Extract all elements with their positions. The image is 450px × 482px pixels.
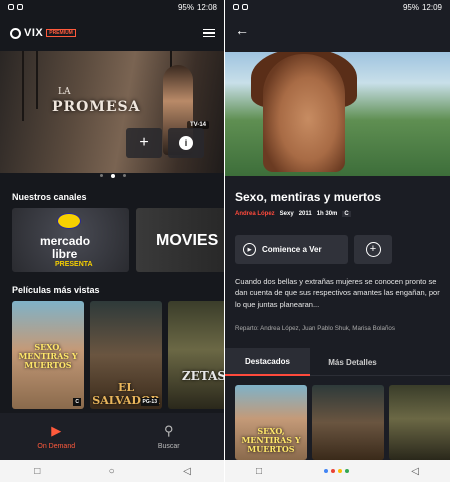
play-circle-icon: ▶ bbox=[243, 243, 256, 256]
assistant-dots-icon[interactable] bbox=[324, 469, 350, 473]
app-header: VIX PREMIUM bbox=[0, 16, 225, 50]
notification-icon bbox=[242, 4, 248, 10]
add-to-list-button[interactable]: + bbox=[126, 128, 162, 158]
nav-label: Buscar bbox=[157, 443, 180, 450]
carousel-dot[interactable] bbox=[122, 174, 126, 177]
rating-badge: C bbox=[342, 211, 351, 217]
add-to-list-button[interactable]: + bbox=[354, 235, 392, 264]
movie-poster[interactable] bbox=[312, 385, 384, 460]
movie-poster[interactable]: EL SALVADOR PG-13 bbox=[90, 301, 162, 409]
nav-label: On Demand bbox=[37, 443, 76, 450]
movie-description: Cuando dos bellas y extrañas mujeres se … bbox=[235, 277, 440, 309]
notification-icon bbox=[17, 4, 23, 10]
nav-item-buscar[interactable]: ⚲ Buscar bbox=[113, 413, 226, 460]
channel-label: MOVIES bbox=[156, 232, 219, 249]
hero-title: PROMESA bbox=[52, 99, 141, 115]
left-screen: 95% 12:08 VIX PREMIUM LA PROMESA TV-14 +… bbox=[0, 0, 225, 482]
vix-logo[interactable]: VIX PREMIUM bbox=[10, 27, 76, 39]
movie-poster[interactable]: SEXO, MENTIRAS Y MUERTOS C bbox=[12, 301, 84, 409]
poster-title: SEXO, MENTIRAS Y MUERTOS bbox=[18, 342, 78, 370]
chain-decoration bbox=[36, 51, 38, 109]
play-icon: ▶ bbox=[51, 423, 62, 438]
channel-label: libre bbox=[52, 247, 78, 261]
rating-badge: PG-13 bbox=[140, 398, 159, 406]
mercadolibre-logo-icon bbox=[57, 213, 81, 229]
movie-poster[interactable]: ZETAS bbox=[168, 301, 225, 409]
movies-row: SEXO, MENTIRAS Y MUERTOS C EL SALVADOR P… bbox=[12, 301, 225, 409]
channel-label: mercado bbox=[40, 234, 91, 248]
hero-title-prefix: LA bbox=[58, 87, 71, 97]
tab-mas-detalles[interactable]: Más Detalles bbox=[310, 348, 395, 376]
tab-destacados[interactable]: Destacados bbox=[225, 348, 310, 376]
battery-level: 95% bbox=[402, 2, 419, 12]
poster-title: SEXO, MENTIRAS Y MUERTOS bbox=[241, 426, 301, 454]
meta-year: 2011 bbox=[298, 211, 312, 217]
info-button[interactable]: i bbox=[168, 128, 204, 158]
recents-button[interactable]: □ bbox=[256, 466, 262, 477]
plus-circle-icon: + bbox=[365, 242, 381, 257]
play-label: Comience a Ver bbox=[262, 245, 322, 254]
carousel-dot[interactable] bbox=[99, 174, 103, 177]
channels-row: mercado libre PRESENTA MOVIES bbox=[12, 208, 225, 272]
movie-title: Sexo, mentiras y muertos bbox=[235, 190, 382, 204]
channel-card-movies[interactable]: MOVIES bbox=[136, 208, 225, 272]
battery-level: 95% bbox=[177, 2, 194, 12]
play-button[interactable]: ▶ Comience a Ver bbox=[235, 235, 348, 264]
notification-icon bbox=[8, 4, 14, 10]
back-button[interactable]: ◁ bbox=[411, 466, 419, 477]
logo-ring-icon bbox=[10, 27, 21, 39]
movie-meta: Andrea López Sexy 2011 1h 30m C bbox=[235, 211, 351, 217]
detail-hero-image bbox=[225, 52, 450, 176]
status-bar: 95% 12:08 bbox=[0, 0, 225, 14]
meta-genre: Sexy bbox=[279, 211, 294, 217]
rating-badge: C bbox=[73, 398, 81, 406]
clock: 12:08 bbox=[196, 2, 217, 12]
movie-poster[interactable]: SEXO, MENTIRAS Y MUERTOS bbox=[235, 385, 307, 460]
notification-icon bbox=[233, 4, 239, 10]
carousel-dot-active[interactable] bbox=[110, 174, 115, 178]
detail-tabs: Destacados Más Detalles bbox=[225, 348, 450, 376]
status-bar: 95% 12:09 bbox=[225, 0, 450, 14]
back-button[interactable]: ◁ bbox=[183, 466, 191, 477]
carousel-indicator bbox=[0, 174, 225, 178]
channel-label: PRESENTA bbox=[55, 261, 93, 268]
bottom-nav: ▶ On Demand ⚲ Buscar bbox=[0, 413, 225, 460]
section-title-movies: Películas más vistas bbox=[12, 285, 100, 295]
search-icon: ⚲ bbox=[163, 423, 174, 438]
channel-card-mercadolibre[interactable]: mercado libre PRESENTA bbox=[12, 208, 129, 272]
meta-actor: Andrea López bbox=[235, 211, 275, 217]
android-nav-bar: □ ○ ◁ bbox=[0, 460, 225, 482]
related-row: SEXO, MENTIRAS Y MUERTOS bbox=[235, 385, 450, 460]
premium-badge: PREMIUM bbox=[46, 29, 76, 37]
back-arrow-icon[interactable]: ← bbox=[235, 22, 249, 38]
home-button[interactable]: ○ bbox=[109, 466, 115, 477]
info-icon: i bbox=[179, 136, 193, 150]
right-screen: 95% 12:09 ← Sexo, mentiras y muertos And… bbox=[225, 0, 450, 482]
hero-figure-face bbox=[263, 54, 345, 172]
poster-title: ZETAS bbox=[181, 369, 225, 383]
recents-button[interactable]: □ bbox=[34, 466, 40, 477]
hamburger-menu-icon[interactable] bbox=[203, 28, 215, 38]
logo-text: VIX bbox=[24, 27, 44, 39]
movie-cast: Reparto: Andrea López, Juan Pablo Shuk, … bbox=[235, 325, 395, 332]
movie-poster[interactable] bbox=[389, 385, 450, 460]
android-nav-bar: □ ◁ bbox=[225, 460, 450, 482]
meta-duration: 1h 30m bbox=[316, 211, 338, 217]
chain-decoration bbox=[22, 51, 24, 121]
section-title-channels: Nuestros canales bbox=[12, 192, 87, 202]
nav-item-on-demand[interactable]: ▶ On Demand bbox=[0, 413, 113, 460]
clock: 12:09 bbox=[421, 2, 442, 12]
